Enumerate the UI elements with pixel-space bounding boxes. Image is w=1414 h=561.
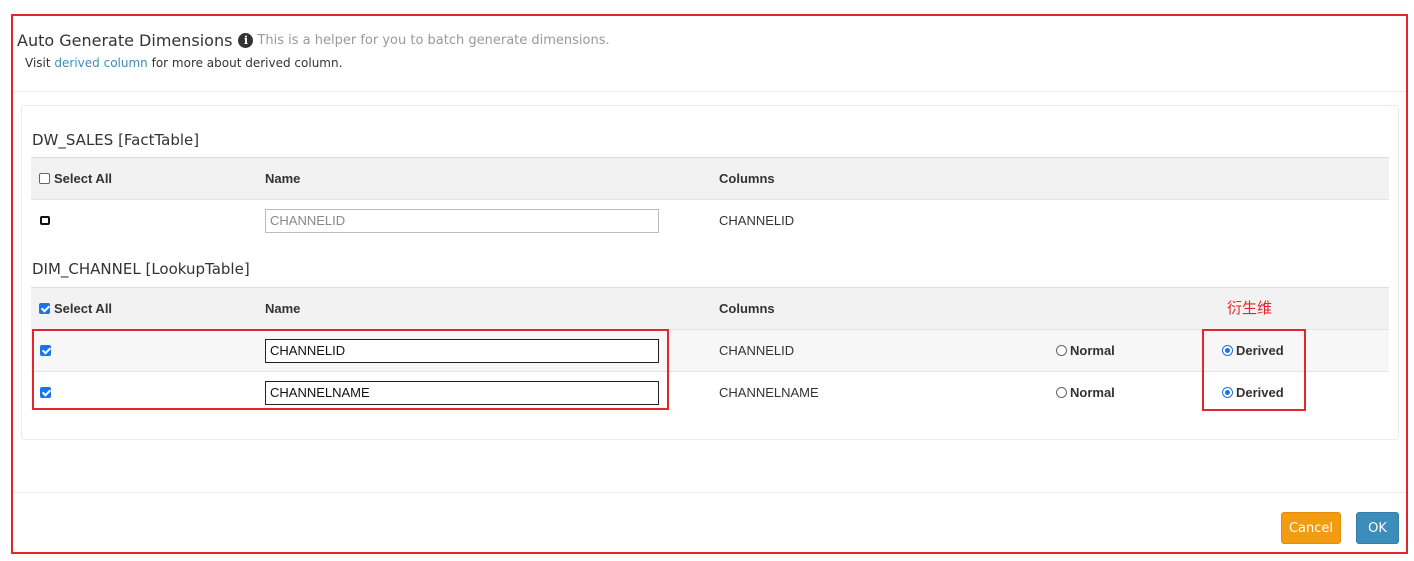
visit-prefix: Visit (25, 56, 51, 70)
row-column-value: CHANNELNAME (719, 385, 819, 400)
ok-button[interactable]: OK (1356, 512, 1399, 544)
normal-label: Normal (1070, 343, 1115, 358)
annotation-box-derived (1202, 329, 1306, 411)
annotation-box-rows (32, 329, 669, 410)
lookup-table-header: Select All Name Columns (31, 287, 1389, 329)
lookup-select-all-label: Select All (54, 301, 113, 316)
fact-columns-header: Columns (719, 171, 775, 186)
normal-option[interactable]: Normal (1056, 330, 1115, 371)
modal-header: Auto Generate Dimensions i This is a hel… (17, 26, 1397, 71)
table-row: CHANNELID (31, 199, 1389, 241)
dimension-name-input[interactable] (265, 208, 659, 233)
visit-suffix: for more about derived column. (151, 56, 343, 70)
fact-table-header: Select All Name Columns (31, 157, 1389, 199)
row-column-value: CHANNELID (719, 213, 795, 228)
header-divider (13, 91, 1406, 92)
footer-divider (13, 492, 1406, 493)
lookup-name-header: Name (265, 301, 301, 316)
derived-column-hint: Visit derived column for more about deri… (25, 56, 1397, 70)
row-checkbox[interactable] (40, 216, 50, 225)
fact-select-all-checkbox[interactable] (39, 173, 50, 184)
info-icon: i (238, 32, 254, 48)
title-line: Auto Generate Dimensions i This is a hel… (17, 26, 1397, 54)
normal-radio[interactable] (1056, 387, 1067, 398)
lookup-select-all[interactable]: Select All (39, 288, 112, 329)
normal-label: Normal (1070, 385, 1115, 400)
lookup-select-all-checkbox[interactable] (39, 303, 50, 314)
helper-text: This is a helper for you to batch genera… (257, 32, 610, 48)
normal-option[interactable]: Normal (1056, 372, 1115, 413)
lookup-table-title: DIM_CHANNEL [LookupTable] (32, 260, 250, 278)
derived-column-link[interactable]: derived column (54, 56, 147, 70)
annotation-derived-label: 衍生维 (1227, 299, 1273, 317)
cancel-button[interactable]: Cancel (1281, 512, 1341, 544)
row-column-value: CHANNELID (719, 343, 795, 358)
fact-select-all[interactable]: Select All (39, 158, 112, 199)
row-checkbox-cell (40, 200, 54, 241)
modal-title: Auto Generate Dimensions (17, 30, 233, 50)
normal-radio[interactable] (1056, 345, 1067, 356)
fact-select-all-label: Select All (54, 171, 113, 186)
lookup-columns-header: Columns (719, 301, 775, 316)
row-name-cell (265, 200, 659, 241)
fact-name-header: Name (265, 171, 301, 186)
fact-table-title: DW_SALES [FactTable] (32, 131, 200, 149)
